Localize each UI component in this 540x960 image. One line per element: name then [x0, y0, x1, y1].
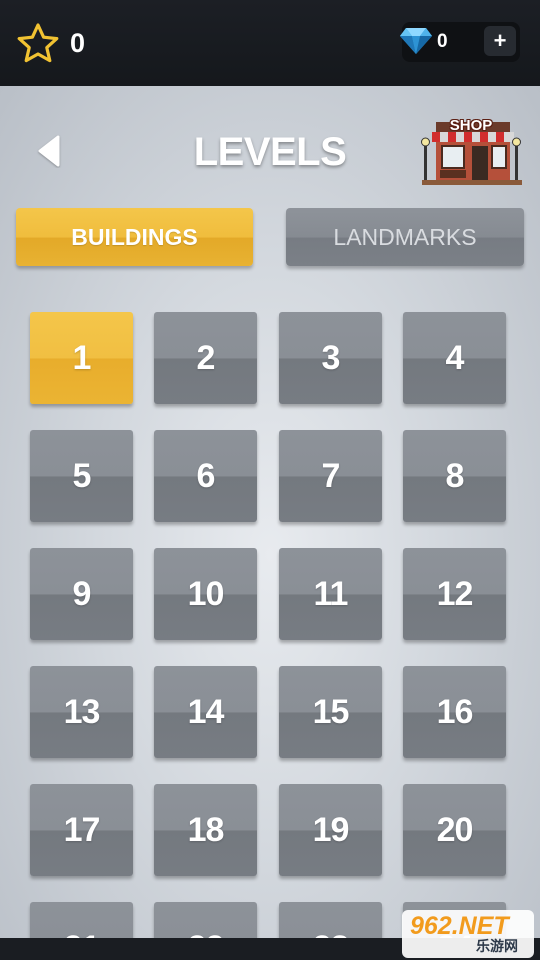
level-tile-11[interactable]: 11	[279, 548, 382, 640]
star-icon	[17, 23, 59, 63]
level-tile-23[interactable]: 23	[279, 902, 382, 938]
level-tile-10[interactable]: 10	[154, 548, 257, 640]
shop-button[interactable]: SHOP	[418, 114, 524, 186]
level-tile-5[interactable]: 5	[30, 430, 133, 522]
level-tile-13[interactable]: 13	[30, 666, 133, 758]
gems-count: 0	[437, 31, 448, 52]
level-tile-4[interactable]: 4	[403, 312, 506, 404]
add-gems-button[interactable]: +	[484, 26, 516, 56]
level-tile-22[interactable]: 22	[154, 902, 257, 938]
level-tile-20[interactable]: 20	[403, 784, 506, 876]
level-tile-14[interactable]: 14	[154, 666, 257, 758]
level-tile-6[interactable]: 6	[154, 430, 257, 522]
level-tile-2[interactable]: 2	[154, 312, 257, 404]
site-watermark-logo: 962.NET 乐游网	[402, 910, 534, 958]
level-tile-7[interactable]: 7	[279, 430, 382, 522]
level-tile-1[interactable]: 1	[30, 312, 133, 404]
gem-icon	[400, 28, 432, 54]
level-tile-19[interactable]: 19	[279, 784, 382, 876]
level-tile-9[interactable]: 9	[30, 548, 133, 640]
tab-buildings[interactable]: BUILDINGS	[16, 208, 253, 266]
levels-screen: LEVELS SHOP BUILDINGS LANDMARKS 12345678…	[0, 86, 540, 938]
level-tile-12[interactable]: 12	[403, 548, 506, 640]
level-tile-15[interactable]: 15	[279, 666, 382, 758]
top-bar: 0 0 +	[0, 0, 540, 86]
shop-label: SHOP	[449, 117, 493, 134]
level-tile-21[interactable]: 21	[30, 902, 133, 938]
level-tile-17[interactable]: 17	[30, 784, 133, 876]
watermark-sub: 乐游网	[476, 939, 518, 955]
stars-count: 0	[70, 28, 86, 58]
level-tile-18[interactable]: 18	[154, 784, 257, 876]
level-tile-16[interactable]: 16	[403, 666, 506, 758]
level-tile-3[interactable]: 3	[279, 312, 382, 404]
level-tile-8[interactable]: 8	[403, 430, 506, 522]
tab-landmarks[interactable]: LANDMARKS	[286, 208, 524, 266]
